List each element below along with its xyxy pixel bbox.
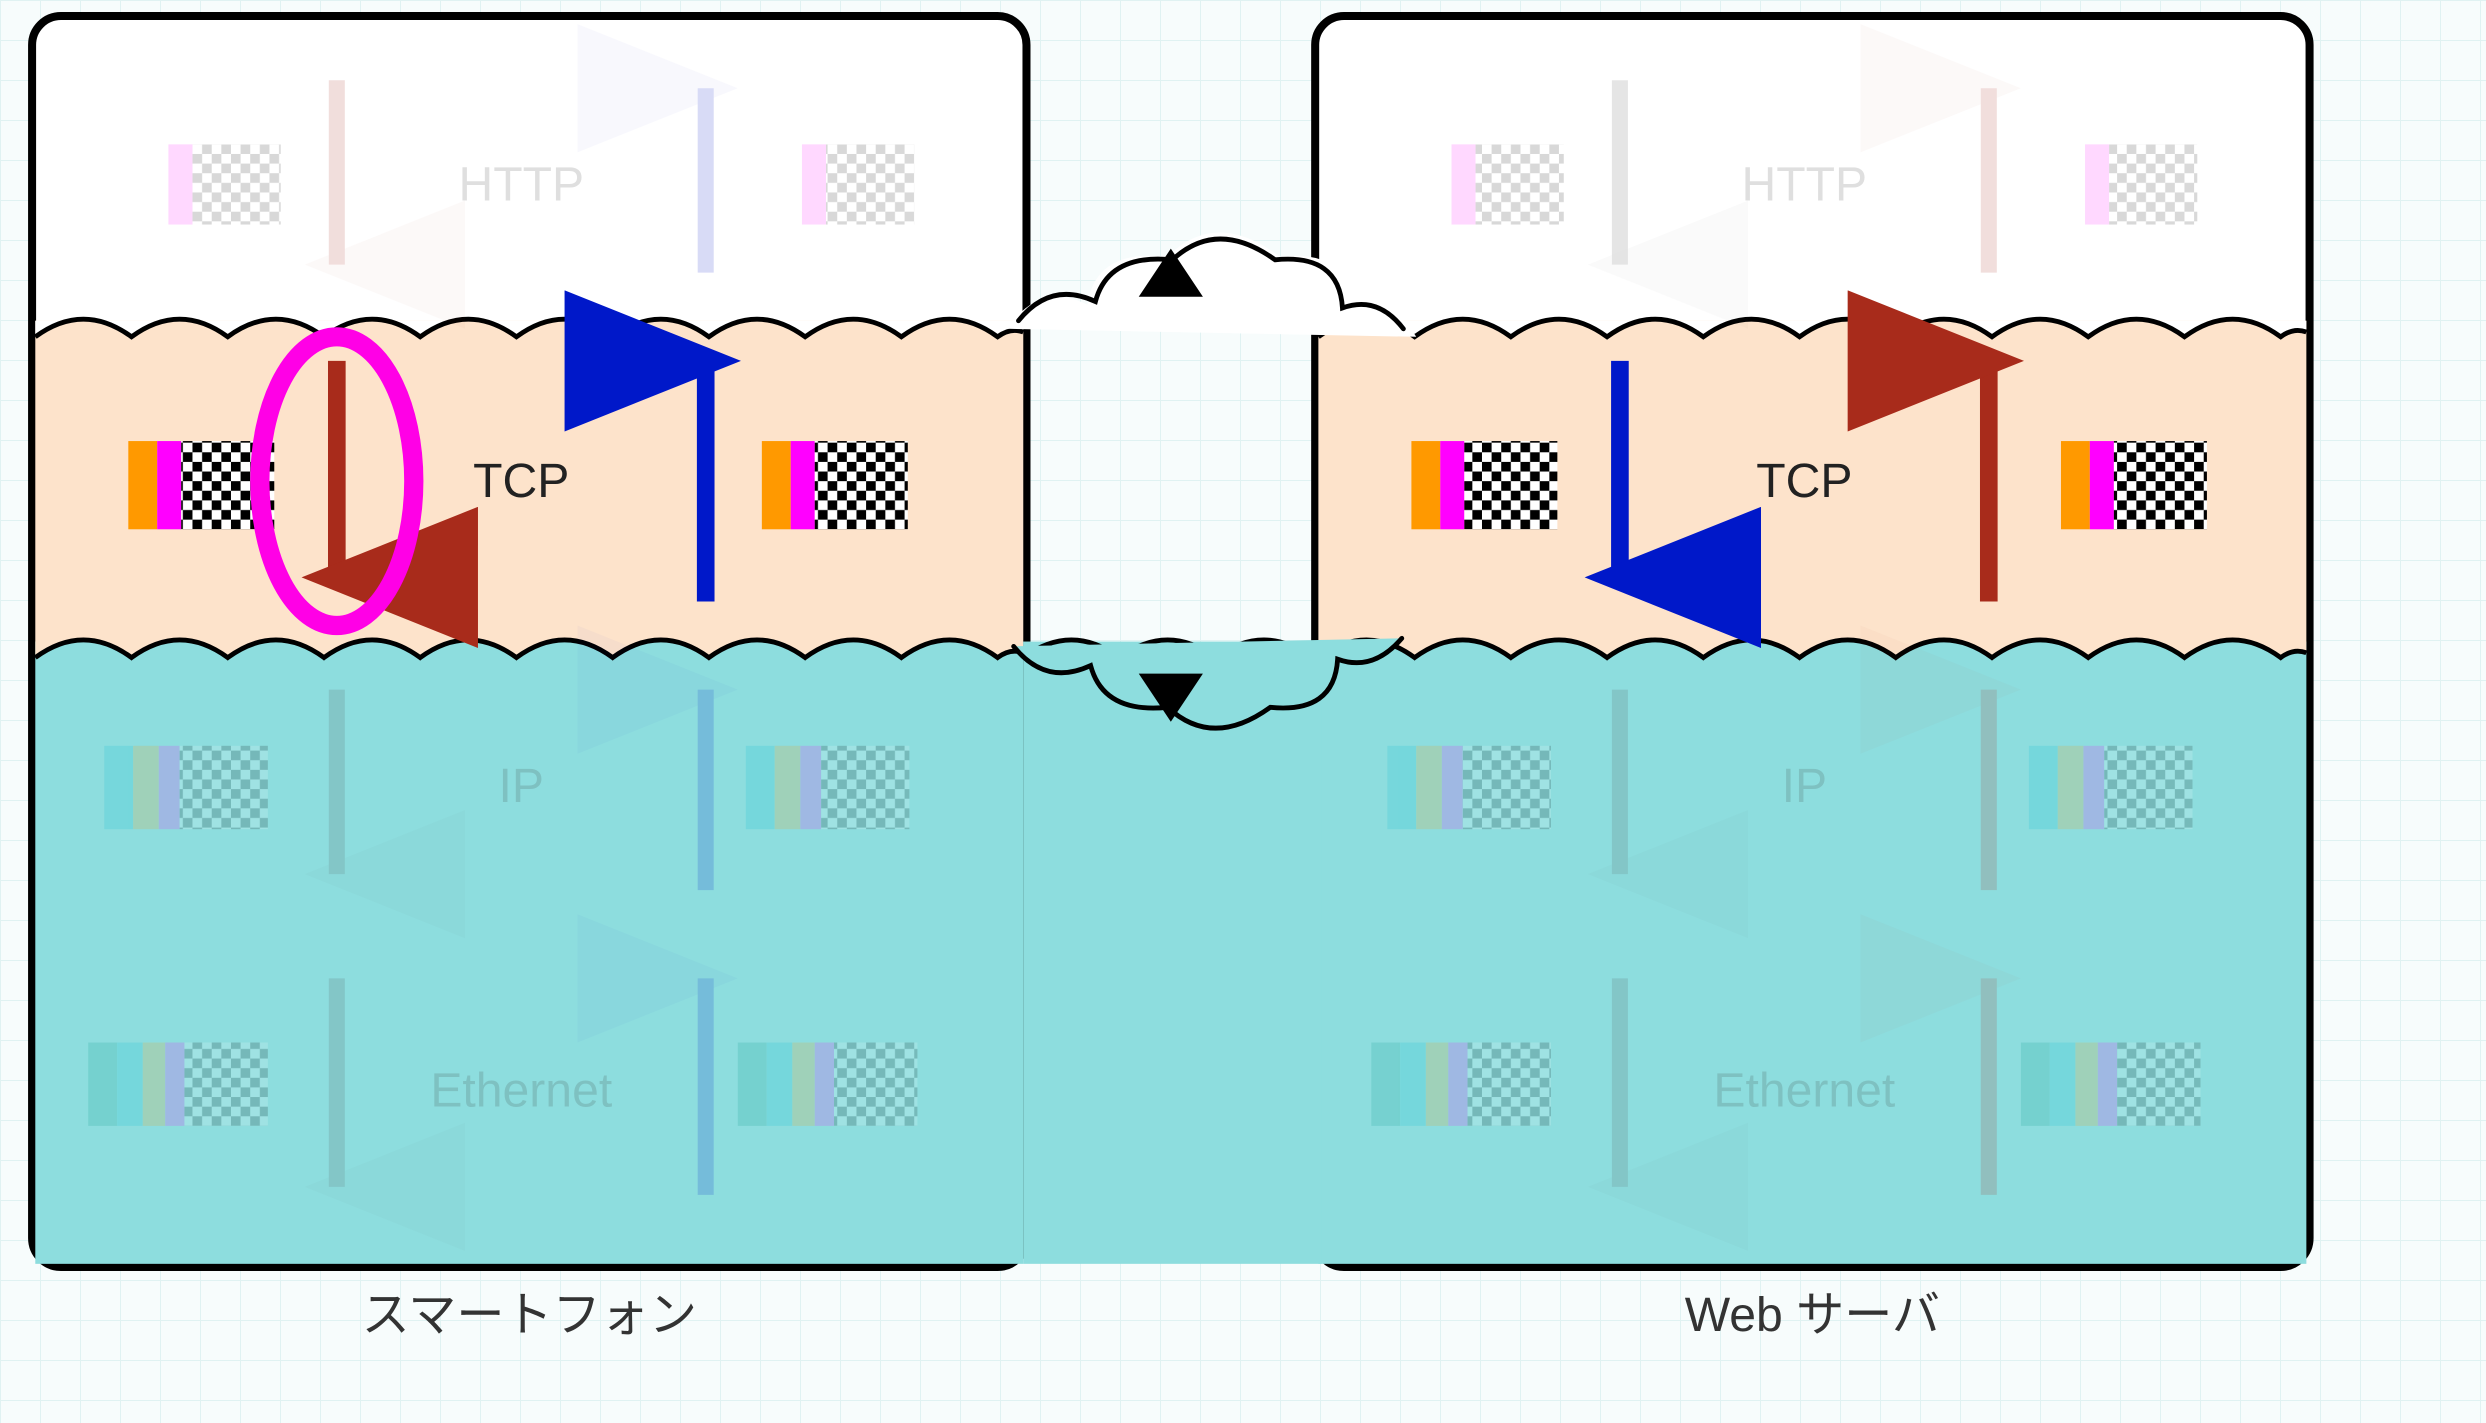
eth-label-right: Ethernet bbox=[1713, 1064, 1896, 1118]
eth-label-left: Ethernet bbox=[430, 1064, 613, 1118]
webserver-stack: HTTP TCP IP bbox=[1315, 16, 2309, 1267]
network-stack-diagram: HTTP TCP bbox=[0, 0, 2486, 1395]
http-label-left: HTTP bbox=[458, 157, 584, 211]
webserver-label: Web サーバ bbox=[1685, 1288, 1940, 1342]
http-label-right: HTTP bbox=[1742, 157, 1868, 211]
ip-label-right: IP bbox=[1782, 759, 1827, 813]
smartphone-label: スマートフォン bbox=[362, 1288, 697, 1342]
tcp-label-right: TCP bbox=[1756, 454, 1852, 508]
smartphone-stack: HTTP TCP bbox=[32, 16, 1026, 1267]
ip-label-left: IP bbox=[499, 759, 544, 813]
tcp-label-left: TCP bbox=[473, 454, 569, 508]
